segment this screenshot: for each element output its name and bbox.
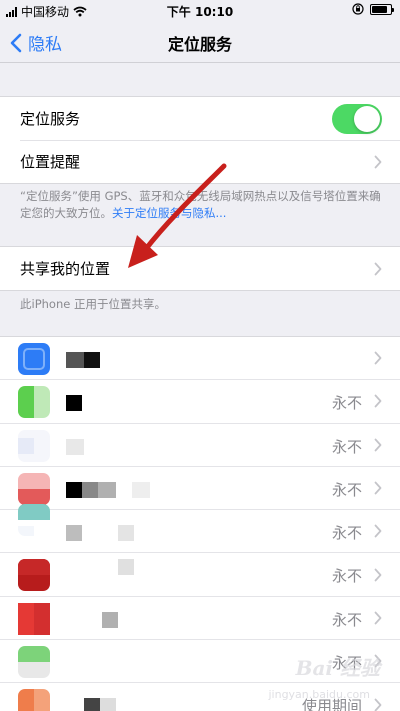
location-services-note: “定位服务”使用 GPS、蓝牙和众包无线局域网热点以及信号塔位置来确定您的大致方… [20,188,385,222]
status-bar: 中国移动 下午 10:10 [0,0,400,22]
app-icon [18,602,50,635]
app-row[interactable]: 永不 [0,380,400,424]
chevron-right-icon [374,438,382,452]
app-row[interactable]: 永不 [0,597,400,641]
chevron-right-icon [374,155,382,168]
location-alerts-row[interactable]: 位置提醒 [0,140,400,183]
app-icon [18,429,50,462]
share-my-location-row[interactable]: 共享我的位置 [0,247,400,290]
app-status: 永不 [331,394,362,413]
app-name-redacted [66,611,118,628]
chevron-right-icon [374,351,382,365]
app-name-redacted [66,525,134,542]
app-icon [18,689,50,711]
app-name-redacted [66,655,136,672]
app-status: 永不 [331,567,362,586]
status-time: 下午 10:10 [166,5,234,19]
location-services-row: 定位服务 [0,97,400,140]
app-row[interactable]: 永不 [0,553,400,597]
app-status: 永不 [331,480,362,499]
chevron-right-icon [374,481,382,495]
app-row[interactable]: 永不 [0,424,400,467]
app-name-redacted [66,352,100,368]
status-right [352,3,394,15]
app-icon [18,472,50,505]
app-icon [18,386,50,419]
app-icon [18,343,50,375]
location-services-label: 定位服务 [20,110,81,128]
app-icon [18,559,50,592]
nav-divider [0,62,400,63]
location-services-toggle[interactable] [332,104,382,134]
app-name-redacted [66,559,134,576]
app-name-redacted [66,698,116,711]
app-row[interactable]: 永不 [0,467,400,511]
app-status: 永不 [331,524,362,543]
page-title: 定位服务 [167,35,232,54]
app-icon [18,504,50,537]
share-location-note: 此iPhone 正用于位置共享。 [20,297,166,311]
chevron-right-icon [374,611,382,625]
location-settings-group: 定位服务 位置提醒 [0,96,400,184]
watermark-url: jingyan.baidu.com [268,688,370,701]
orientation-lock-icon [352,3,364,15]
battery-icon [370,3,394,15]
app-status: 永不 [331,610,362,629]
app-row[interactable]: 永不 [0,504,400,554]
app-icon [18,646,50,679]
share-location-group: 共享我的位置 [0,246,400,291]
toggle-knob [354,106,380,132]
chevron-right-icon [374,698,382,711]
share-location-label: 共享我的位置 [20,260,111,278]
chevron-right-icon [374,395,382,408]
app-status: 永不 [331,437,362,456]
privacy-link[interactable]: 关于定位服务与隐私... [112,206,226,220]
chevron-right-icon [374,524,382,538]
navigation-bar: 隐私 定位服务 [0,22,400,62]
chevron-right-icon [374,262,382,275]
app-name-redacted [66,395,82,412]
app-name-redacted [66,438,84,455]
location-alerts-label: 位置提醒 [20,153,81,171]
app-row[interactable] [0,337,400,381]
watermark-logo: Bai 经验 [295,656,380,680]
app-name-redacted [66,481,150,498]
chevron-right-icon [374,568,382,582]
